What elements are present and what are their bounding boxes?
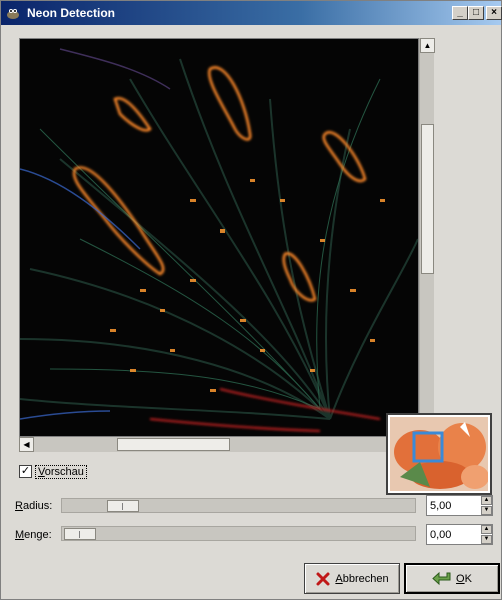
radius-increment-button[interactable]: ▲ [481,496,492,505]
radius-decrement-button[interactable]: ▼ [481,506,492,515]
minimize-icon: _ [457,7,463,18]
vertical-scroll-thumb[interactable] [421,124,434,274]
cancel-button[interactable]: Abbrechen [304,563,400,594]
close-button[interactable]: × [486,6,502,20]
radius-label: Radius: [15,500,53,512]
preview-toggle[interactable]: ✓ Vorschau [19,464,87,479]
amount-spinbox[interactable]: ▲ ▼ [426,524,493,545]
preview-label[interactable]: Vorschau [35,464,87,479]
arrow-left-icon[interactable]: ◀ [19,437,34,452]
dialog-window: Neon Detection _ □ × ▲ ◀ ✓ Vorschau Radi… [0,0,502,600]
maximize-button[interactable]: □ [468,6,484,20]
green-arrow-icon [432,571,452,587]
arrow-up-icon[interactable]: ▲ [420,38,435,53]
radius-slider-thumb[interactable] [107,500,139,512]
amount-input[interactable] [428,526,478,543]
preview-checkbox[interactable]: ✓ [19,465,32,478]
check-mark-icon: ✓ [20,465,31,477]
navigation-preview[interactable] [386,413,492,495]
close-icon: × [491,7,497,18]
amount-slider-thumb[interactable] [64,528,96,540]
maximize-icon: □ [472,7,480,18]
radius-input[interactable] [428,497,478,514]
ok-button[interactable]: OK [404,563,500,594]
horizontal-scrollbar[interactable]: ◀ [19,437,434,452]
amount-decrement-button[interactable]: ▼ [481,535,492,544]
horizontal-scroll-thumb[interactable] [117,438,230,451]
title-bar[interactable]: Neon Detection _ □ × [1,1,502,25]
wilber-icon [5,5,21,21]
preview-image[interactable] [19,38,419,437]
window-title: Neon Detection [27,6,116,20]
vertical-scrollbar[interactable]: ▲ [419,38,435,437]
minimize-button[interactable]: _ [452,6,468,20]
radius-spinbox[interactable]: ▲ ▼ [426,495,493,516]
cancel-label: Abbrechen [335,572,389,585]
amount-label: Menge: [15,529,52,541]
amount-increment-button[interactable]: ▲ [481,525,492,534]
ok-label: OK [456,572,472,585]
amount-slider[interactable] [61,526,416,541]
red-x-icon [315,571,331,587]
radius-slider[interactable] [61,498,416,513]
